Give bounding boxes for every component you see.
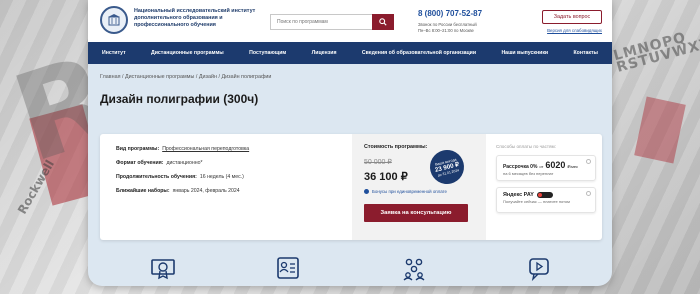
- phone-number[interactable]: 8 (800) 707-52-87: [418, 9, 482, 18]
- consultation-button[interactable]: Заявка на консультацию: [364, 204, 468, 222]
- program-format-row: Формат обучения: дистанционно*: [116, 160, 336, 166]
- installment-plan-from: от: [539, 164, 544, 169]
- yandex-pay-label: Яндекс PAY: [503, 192, 534, 198]
- group-icon: [403, 258, 425, 281]
- program-next-row: Ближайшие наборы: январь 2024, февраль 2…: [116, 188, 336, 194]
- info-icon: [364, 189, 369, 194]
- site-header: Национальный исследовательский институт …: [88, 0, 612, 42]
- program-duration-value: 16 недель (4 мес.): [199, 174, 244, 180]
- installment-plan-option[interactable]: Рассрочка 0% от 6020 ₽/мес на 6 месяцев …: [496, 155, 596, 181]
- nav-item-license[interactable]: Лицензия: [312, 50, 337, 56]
- radio-icon: [586, 191, 591, 196]
- bonus-text: Бонусы при единовременной оплате: [372, 189, 447, 194]
- feature-icons: [100, 250, 602, 286]
- program-type-link[interactable]: Профессиональная переподготовка: [162, 146, 249, 152]
- nav-item-organization-info[interactable]: Сведения об образовательной организации: [362, 50, 476, 56]
- installment-plan-amount: 6020: [545, 160, 566, 170]
- installment-plan-prefix: Рассрочка 0%: [503, 164, 538, 170]
- installment-plan-unit: ₽/мес: [567, 164, 579, 169]
- main-nav: Институт Дистанционные программы Поступа…: [88, 42, 612, 64]
- price-label: Стоимость программы:: [364, 144, 428, 150]
- id-card-icon: [277, 257, 300, 279]
- program-details: Вид программы: Профессиональная переподг…: [100, 134, 352, 240]
- search-button[interactable]: [372, 14, 394, 30]
- accessibility-link[interactable]: Версия для слабовидящих: [547, 28, 602, 33]
- bonus-link[interactable]: Бонусы при единовременной оплате: [364, 189, 474, 194]
- nav-item-remote-programs[interactable]: Дистанционные программы: [151, 50, 224, 56]
- installment-plan-sub: на 6 месяцев без переплат: [503, 171, 554, 176]
- yandex-pay-line: Яндекс PAY: [503, 192, 589, 198]
- breadcrumb: Главная / Дистанционные программы / Диза…: [88, 64, 612, 80]
- search-bar: [270, 14, 394, 30]
- search-input[interactable]: [270, 14, 372, 30]
- nav-item-graduates[interactable]: Наши выпускники: [501, 50, 548, 56]
- program-next-label: Ближайшие наборы:: [116, 188, 170, 194]
- certificate-icon: [150, 259, 175, 280]
- nav-item-applicants[interactable]: Поступающим: [249, 50, 286, 56]
- pricing-panel: Стоимость программы: 50 000 ₽ 36 100 ₽ Б…: [352, 134, 486, 240]
- browser-page: Национальный исследовательский институт …: [88, 0, 612, 286]
- program-next-value: январь 2024, февраль 2024: [172, 188, 240, 194]
- institute-logo[interactable]: [100, 6, 128, 34]
- program-type-label: Вид программы:: [116, 146, 160, 152]
- page-title: Дизайн полиграфии (300ч): [100, 92, 259, 106]
- yandex-pay-sub: Получайте сейчас — платите потом: [503, 199, 570, 204]
- program-card: Вид программы: Профессиональная переподг…: [100, 134, 602, 240]
- nav-item-institute[interactable]: Институт: [102, 50, 126, 56]
- installment-plan-line: Рассрочка 0% от 6020 ₽/мес: [503, 160, 589, 170]
- installment-title: Способы оплаты по частям:: [496, 144, 556, 149]
- search-icon: [379, 18, 387, 26]
- ask-question-button[interactable]: Задать вопрос: [542, 10, 602, 24]
- program-type-row: Вид программы: Профессиональная переподг…: [116, 146, 336, 152]
- installment-panel: Способы оплаты по частям: Рассрочка 0% о…: [486, 134, 602, 240]
- yandex-split-icon: [536, 192, 553, 198]
- program-duration-label: Продолжительность обучения:: [116, 174, 197, 180]
- program-format-label: Формат обучения:: [116, 160, 164, 166]
- video-chat-icon: [529, 258, 550, 282]
- institute-name: Национальный исследовательский институт …: [134, 8, 256, 28]
- nav-item-contacts[interactable]: Контакты: [574, 50, 598, 56]
- phone-info-line: Пн–Вс 8:00–21:00 по Москве: [418, 28, 474, 33]
- program-format-value: дистанционно*: [166, 160, 203, 166]
- program-duration-row: Продолжительность обучения: 16 недель (4…: [116, 174, 336, 180]
- radio-icon: [586, 159, 591, 164]
- breadcrumb-text[interactable]: Главная / Дистанционные программы / Диза…: [100, 74, 271, 80]
- yandex-pay-option[interactable]: Яндекс PAY Получайте сейчас — платите по…: [496, 187, 596, 213]
- phone-info: Звонок по России бесплатный Пн–Вс 8:00–2…: [418, 22, 477, 34]
- crest-icon: [108, 14, 120, 26]
